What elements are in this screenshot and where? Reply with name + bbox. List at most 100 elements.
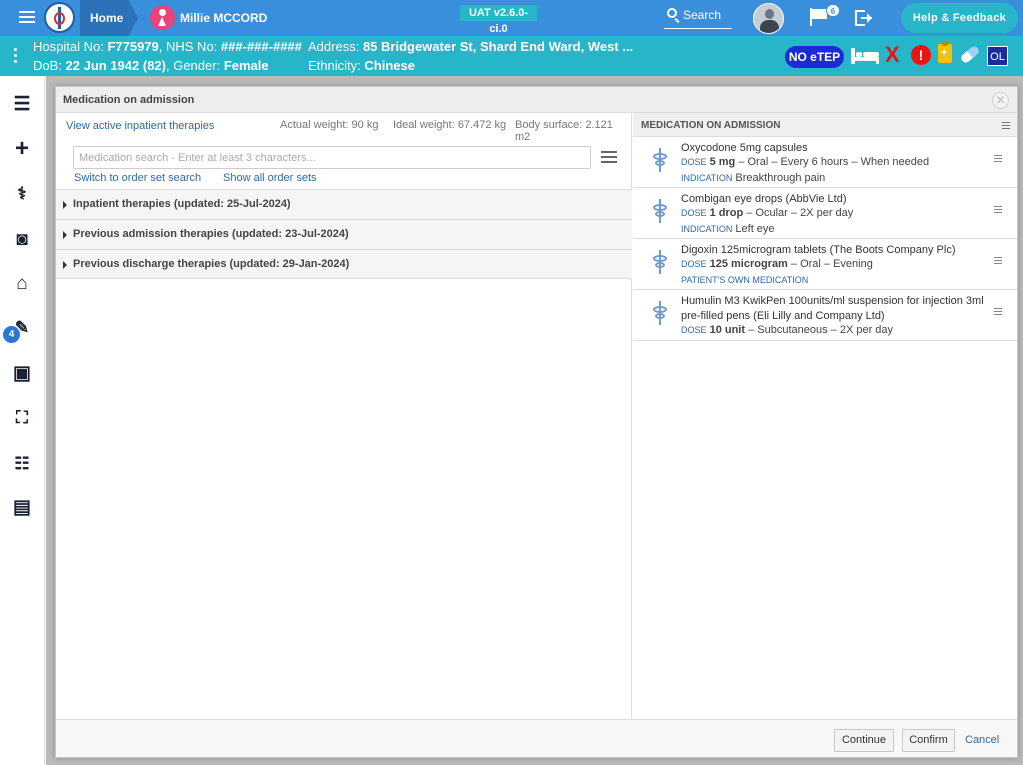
inpatient-therapies-group[interactable]: Inpatient therapies (updated: 25-Jul-202… [56, 189, 632, 219]
plus-icon[interactable]: + [7, 134, 38, 164]
continue-button[interactable]: Continue [834, 729, 894, 752]
confirm-button[interactable]: Confirm [902, 729, 955, 752]
patient-banner: Hospital No: F775979, NHS No: ###-###-##… [0, 36, 1023, 76]
search-button[interactable]: Search [664, 5, 732, 29]
group-label: Previous admission therapies (updated: 2… [73, 228, 349, 240]
expand-caret-icon [63, 261, 67, 269]
previous-discharge-therapies-group[interactable]: Previous discharge therapies (updated: 2… [56, 249, 632, 279]
medication-menu-icon[interactable] [994, 308, 1002, 315]
medication-item[interactable]: Combigan eye drops (AbbVie Ltd) DOSE 1 d… [633, 189, 1017, 239]
ethnicity-value: Chinese [364, 58, 415, 73]
medication-menu-icon[interactable] [994, 206, 1002, 213]
dialog-title: Medication on admission [63, 94, 195, 106]
switch-order-set-link[interactable]: Switch to order set search [74, 172, 201, 184]
show-all-order-sets-link[interactable]: Show all order sets [223, 172, 317, 184]
search-label: Search [683, 8, 722, 22]
dose-caption: DOSE [681, 325, 707, 335]
dose-detail: – Oral – Evening [790, 258, 873, 270]
hamburger-menu-icon[interactable] [19, 11, 35, 24]
medication-item[interactable]: Humulin M3 KwikPen 100units/ml suspensio… [633, 291, 1017, 341]
female-patient-icon [150, 5, 175, 30]
list-icon[interactable]: ☰ [7, 90, 38, 120]
medication-on-admission-dialog: Medication on admission ✕ View active in… [55, 86, 1018, 758]
gender-value: Female [223, 58, 269, 73]
home-medical-icon[interactable]: ⌂ [7, 269, 38, 299]
dob-value: 22 Jun 1942 (82) [65, 58, 166, 73]
dose-caption: DOSE [681, 259, 707, 269]
ideal-weight: Ideal weight: 67.472 kg [393, 119, 507, 131]
patient-name-breadcrumb[interactable]: Millie MCCORD [180, 11, 267, 25]
ward-board-icon[interactable]: ▤ [7, 493, 38, 523]
medication-name: Combigan eye drops (AbbVie Ltd) [681, 193, 847, 205]
help-feedback-button[interactable]: Help & Feedback [901, 3, 1018, 33]
no-etep-badge[interactable]: NO eTEP [785, 46, 844, 68]
medication-dose-line: DOSE 1 drop – Ocular – 2X per day [681, 207, 853, 219]
medication-dose-line: DOSE 125 microgram – Oral – Evening [681, 258, 873, 270]
notification-count-badge: 6 [826, 4, 840, 17]
alert-icon[interactable]: ! [911, 45, 931, 65]
actual-weight: Actual weight: 90 kg [280, 119, 379, 131]
left-sidebar: ☰ + ⚕ ◙ ⌂ ✎ ▣ ⛶ ☷ ▤ 4 [0, 76, 45, 765]
ol-badge[interactable]: OL [987, 46, 1008, 66]
expand-caret-icon [63, 231, 67, 239]
environment-version-badge: UAT v2.6.0-ci.0 [460, 5, 537, 35]
medication-name: Humulin M3 KwikPen 100units/ml suspensio… [681, 295, 984, 322]
medication-caduceus-icon [650, 148, 670, 172]
patients-own-medication-note: PATIENT'S OWN MEDICATION [681, 275, 809, 285]
medication-search-input[interactable]: Medication search - Enter at least 3 cha… [73, 146, 591, 169]
medication-item[interactable]: Oxycodone 5mg capsules DOSE 5 mg – Oral … [633, 138, 1017, 188]
dob-label: DoB: [33, 58, 62, 73]
hospital-no-label: Hospital No: [33, 39, 104, 54]
dose-value: 10 unit [709, 324, 746, 336]
dose-detail: – Ocular – 2X per day [746, 207, 854, 219]
medication-name: Digoxin 125microgram tablets (The Boots … [681, 244, 956, 256]
medication-menu-icon[interactable] [994, 155, 1002, 162]
dose-detail: – Oral – Every 6 hours – When needed [738, 156, 930, 168]
dose-value: 5 mg [709, 156, 736, 168]
medication-note-line: PATIENT'S OWN MEDICATION [681, 274, 808, 286]
dose-value: 1 drop [709, 207, 744, 219]
previous-admission-therapies-group[interactable]: Previous admission therapies (updated: 2… [56, 219, 632, 249]
indication-caption: INDICATION [681, 224, 733, 234]
checklist-icon[interactable]: ☷ [7, 449, 38, 479]
logout-icon[interactable] [855, 10, 875, 26]
patient-ethnicity-line: Ethnicity: Chinese [308, 58, 415, 73]
body-surface: Body surface: 2.121 m2 [515, 119, 613, 143]
view-active-therapies-link[interactable]: View active inpatient therapies [66, 120, 214, 132]
close-icon[interactable]: ✕ [992, 92, 1009, 109]
home-breadcrumb[interactable]: Home [80, 0, 138, 36]
medication-name: Oxycodone 5mg capsules [681, 142, 808, 154]
group-label: Inpatient therapies (updated: 25-Jul-202… [73, 198, 291, 210]
dose-caption: DOSE [681, 157, 707, 167]
patient-address-line: Address: 85 Bridgewater St, Shard End Wa… [308, 39, 633, 54]
camera-icon[interactable]: ◙ [7, 225, 38, 255]
search-icon [667, 8, 677, 18]
medical-case-icon[interactable]: ▣ [7, 359, 38, 389]
dose-caption: DOSE [681, 208, 707, 218]
cancel-link[interactable]: Cancel [965, 734, 999, 746]
medication-item[interactable]: Digoxin 125microgram tablets (The Boots … [633, 240, 1017, 290]
search-options-menu-icon[interactable] [601, 151, 617, 163]
capsule-icon[interactable] [959, 44, 981, 65]
resuscitation-status-icon[interactable]: X [885, 44, 903, 66]
more-options-icon[interactable] [14, 48, 17, 64]
top-navigation-bar: Home Millie MCCORD UAT v2.6.0-ci.0 Searc… [0, 0, 1023, 36]
medication-search-pane: View active inpatient therapies Actual w… [56, 113, 632, 719]
indication-caption: INDICATION [681, 173, 733, 183]
list-menu-icon[interactable] [1002, 122, 1010, 129]
nhs-no-label: NHS No: [166, 39, 218, 54]
app-logo-icon[interactable] [44, 2, 75, 33]
home-label: Home [90, 11, 124, 25]
bed-icon[interactable] [851, 48, 879, 64]
list-title: MEDICATION ON ADMISSION [641, 120, 781, 131]
group-label: Previous discharge therapies (updated: 2… [73, 258, 350, 270]
address-value: 85 Bridgewater St, Shard End Ward, West … [362, 39, 634, 54]
clipboard-plus-icon[interactable] [938, 42, 952, 63]
stethoscope-icon[interactable]: ⚕ [7, 179, 38, 209]
indication-value: Left eye [735, 223, 775, 235]
patient-dob-line: DoB: 22 Jun 1942 (82), Gender: Female [33, 58, 269, 73]
medication-on-admission-list: MEDICATION ON ADMISSION Oxycodone 5mg ca… [633, 113, 1017, 719]
user-avatar[interactable] [753, 3, 784, 34]
home-walk-icon[interactable]: ⛶ [7, 403, 38, 433]
medication-menu-icon[interactable] [994, 257, 1002, 264]
